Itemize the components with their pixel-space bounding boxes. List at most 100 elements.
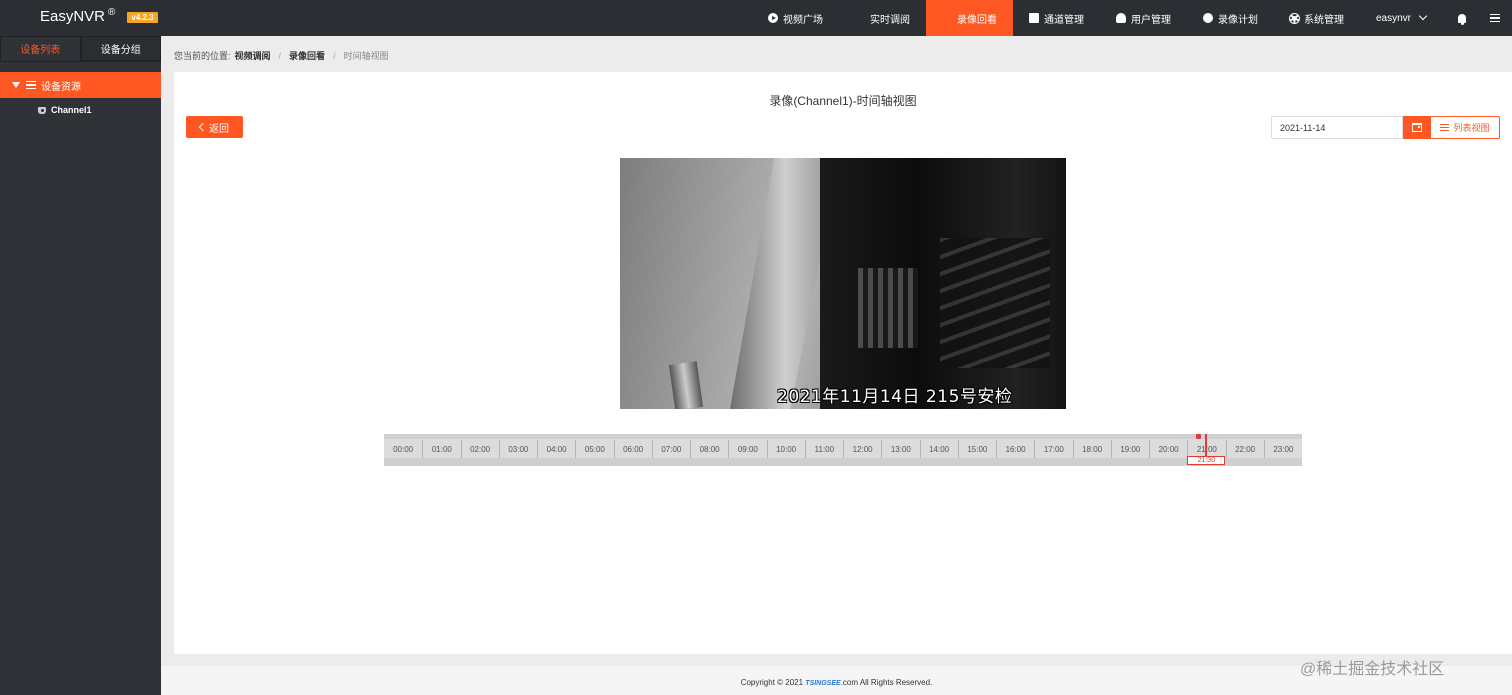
list-icon bbox=[1440, 124, 1450, 131]
footer-brand: TSINGSEE bbox=[805, 680, 841, 687]
nav-label: 用户管理 bbox=[1130, 14, 1171, 26]
back-button[interactable]: 返回 bbox=[186, 116, 243, 138]
username: easynvr bbox=[1375, 12, 1411, 24]
timeline-record-marker bbox=[1196, 434, 1202, 439]
play-circle-icon bbox=[767, 13, 778, 23]
watermark: @稀土掘金技术社区 bbox=[1300, 661, 1445, 678]
registered-mark: ® bbox=[108, 7, 116, 18]
breadcrumb-item-current: 时间轴视图 bbox=[343, 51, 389, 61]
bell-icon bbox=[1458, 13, 1466, 25]
timeline-hour-label[interactable]: 23:00 bbox=[1263, 440, 1302, 458]
timeline-hour-label[interactable]: 08:00 bbox=[690, 440, 728, 458]
list-view-label: 列表视图 bbox=[1453, 123, 1490, 133]
timeline-hour-label[interactable]: 02:00 bbox=[460, 440, 499, 458]
sidebar-tabs: 设备列表 设备分组 bbox=[0, 36, 161, 62]
calendar-icon bbox=[1412, 123, 1422, 132]
breadcrumb-separator: / bbox=[333, 50, 336, 61]
timeline-hour-label[interactable]: 01:00 bbox=[422, 440, 460, 458]
timeline-bottom-strip bbox=[384, 458, 1302, 466]
timeline-hour-label[interactable]: 19:00 bbox=[1110, 440, 1149, 458]
nav-label: 系统管理 bbox=[1303, 14, 1344, 26]
list-icon bbox=[26, 81, 36, 89]
list-icon bbox=[1028, 13, 1039, 23]
sidebar: 设备列表 设备分组 设备资源 Channel1 bbox=[0, 36, 161, 695]
menu-button[interactable] bbox=[1478, 0, 1512, 36]
timeline-hour-label[interactable]: 15:00 bbox=[957, 440, 996, 458]
nav-label: 录像回看 bbox=[956, 14, 997, 26]
timeline-hour-label[interactable]: 13:00 bbox=[881, 440, 919, 458]
list-view-button[interactable]: 列表视图 bbox=[1431, 116, 1500, 139]
menu-icon bbox=[1490, 14, 1500, 22]
video-osd-text: 2021年11月14日 215号安检 bbox=[777, 387, 1013, 407]
timeline-hour-label[interactable]: 17:00 bbox=[1034, 440, 1072, 458]
timeline-hour-label[interactable]: 04:00 bbox=[537, 440, 575, 458]
chevron-down-icon bbox=[1418, 11, 1428, 21]
nav-label: 实时调阅 bbox=[869, 14, 910, 26]
video-frame-railing bbox=[858, 268, 918, 348]
breadcrumb-prefix: 您当前的位置: bbox=[174, 51, 231, 61]
timeline-hour-label[interactable]: 05:00 bbox=[575, 440, 613, 458]
footer-copyright-suffix: .com All Rights Reserved. bbox=[840, 678, 933, 687]
notifications-button[interactable] bbox=[1446, 0, 1478, 36]
video-frame-stairs bbox=[940, 238, 1050, 368]
brand-logo[interactable]: EasyNVR ® v4.2.3 bbox=[40, 7, 158, 25]
version-badge: v4.2.3 bbox=[127, 11, 158, 23]
calendar-button[interactable] bbox=[1403, 116, 1431, 139]
nav-record-plan[interactable]: 录像计划 bbox=[1187, 0, 1274, 36]
nav-label: 录像计划 bbox=[1217, 14, 1258, 26]
chevron-left-icon bbox=[198, 122, 208, 132]
timeline-hour-label[interactable]: 07:00 bbox=[651, 440, 690, 458]
nav-live-view[interactable]: 实时调阅 bbox=[839, 0, 1311, 109]
user-menu[interactable]: easynvr bbox=[1360, 0, 1446, 36]
breadcrumb: 您当前的位置: 视频调阅 / 录像回看 / 时间轴视图 bbox=[174, 49, 389, 62]
main-nav: 视频广场 实时调阅 录像回看 通道管理 用户管理 录像计划 系统管理 easyn… bbox=[752, 0, 1512, 109]
timeline-hour-label[interactable]: 14:00 bbox=[919, 440, 958, 458]
nav-playback[interactable]: 录像回看 bbox=[925, 0, 1398, 109]
timeline-bar[interactable]: 00:00 01:00 02:00 03:00 04:00 05:00 06:00 07:00… bbox=[384, 434, 1302, 466]
tree-item-channel1[interactable]: Channel1 bbox=[0, 98, 161, 122]
timeline-hour-label[interactable]: 10:00 bbox=[766, 440, 805, 458]
nav-user-management[interactable]: 用户管理 bbox=[1100, 0, 1187, 36]
nav-label: 通道管理 bbox=[1043, 14, 1084, 26]
timeline-hour-label[interactable]: 18:00 bbox=[1072, 440, 1111, 458]
timeline-hour-label[interactable]: 11:00 bbox=[804, 440, 843, 458]
timeline-hour-label[interactable]: 06:00 bbox=[613, 440, 652, 458]
timeline-hour-label[interactable]: 09:00 bbox=[728, 440, 766, 458]
tab-device-list[interactable]: 设备列表 bbox=[0, 36, 81, 61]
breadcrumb-item-playback[interactable]: 录像回看 bbox=[289, 49, 325, 62]
back-label: 返回 bbox=[209, 123, 229, 135]
breadcrumb-separator: / bbox=[278, 50, 282, 61]
nav-label: 视频广场 bbox=[782, 14, 823, 26]
caret-down-icon[interactable] bbox=[12, 82, 20, 88]
nav-channel-management[interactable]: 通道管理 bbox=[1013, 0, 1100, 36]
timeline-hour-label[interactable]: 00:00 bbox=[384, 440, 422, 458]
timeline-hour-label[interactable]: 12:00 bbox=[843, 440, 881, 458]
user-icon bbox=[1115, 13, 1126, 23]
date-picker-group: 列表视图 bbox=[1271, 116, 1500, 139]
video-player[interactable]: 2021年11月14日 215号安检 bbox=[620, 158, 1066, 409]
tree-root-device-resources[interactable]: 设备资源 bbox=[0, 72, 161, 98]
gear-icon bbox=[1288, 12, 1300, 24]
timeline-hour-label[interactable]: 03:00 bbox=[498, 440, 537, 458]
timeline-hour-label[interactable]: 20:00 bbox=[1149, 440, 1187, 458]
nav-system-management[interactable]: 系统管理 bbox=[1274, 0, 1360, 36]
tab-device-group[interactable]: 设备分组 bbox=[80, 36, 161, 61]
tree-item-label: Channel1 bbox=[51, 105, 92, 115]
app-name: EasyNVR bbox=[40, 8, 106, 25]
timeline-cursor-time: 21:30 bbox=[1187, 456, 1226, 465]
timeline-ticks: 00:00 01:00 02:00 03:00 04:00 05:00 06:00 07:00… bbox=[384, 440, 1302, 458]
date-input[interactable] bbox=[1271, 116, 1403, 139]
breadcrumb-item-video-view[interactable]: 视频调阅 bbox=[235, 49, 271, 62]
main-content: 录像(Channel1)-时间轴视图 返回 列表视图 2021年11月14日 2… bbox=[174, 72, 1512, 654]
top-navbar: EasyNVR ® v4.2.3 视频广场 实时调阅 录像回看 通道管理 用户管… bbox=[0, 0, 1512, 109]
timeline-cursor[interactable] bbox=[1205, 434, 1208, 456]
nav-video-square[interactable]: 视频广场 bbox=[752, 0, 839, 36]
timeline-hour-label[interactable]: 22:00 bbox=[1225, 440, 1264, 458]
footer-copyright-prefix: Copyright © 2021 bbox=[740, 678, 804, 687]
film-icon bbox=[1202, 13, 1213, 23]
page-title: 录像(Channel1)-时间轴视图 bbox=[769, 94, 917, 108]
tree-root-label: 设备资源 bbox=[41, 81, 81, 93]
camera-icon bbox=[38, 106, 46, 114]
timeline-hour-label[interactable]: 16:00 bbox=[996, 440, 1034, 458]
timeline-record-strip bbox=[384, 434, 1302, 439]
